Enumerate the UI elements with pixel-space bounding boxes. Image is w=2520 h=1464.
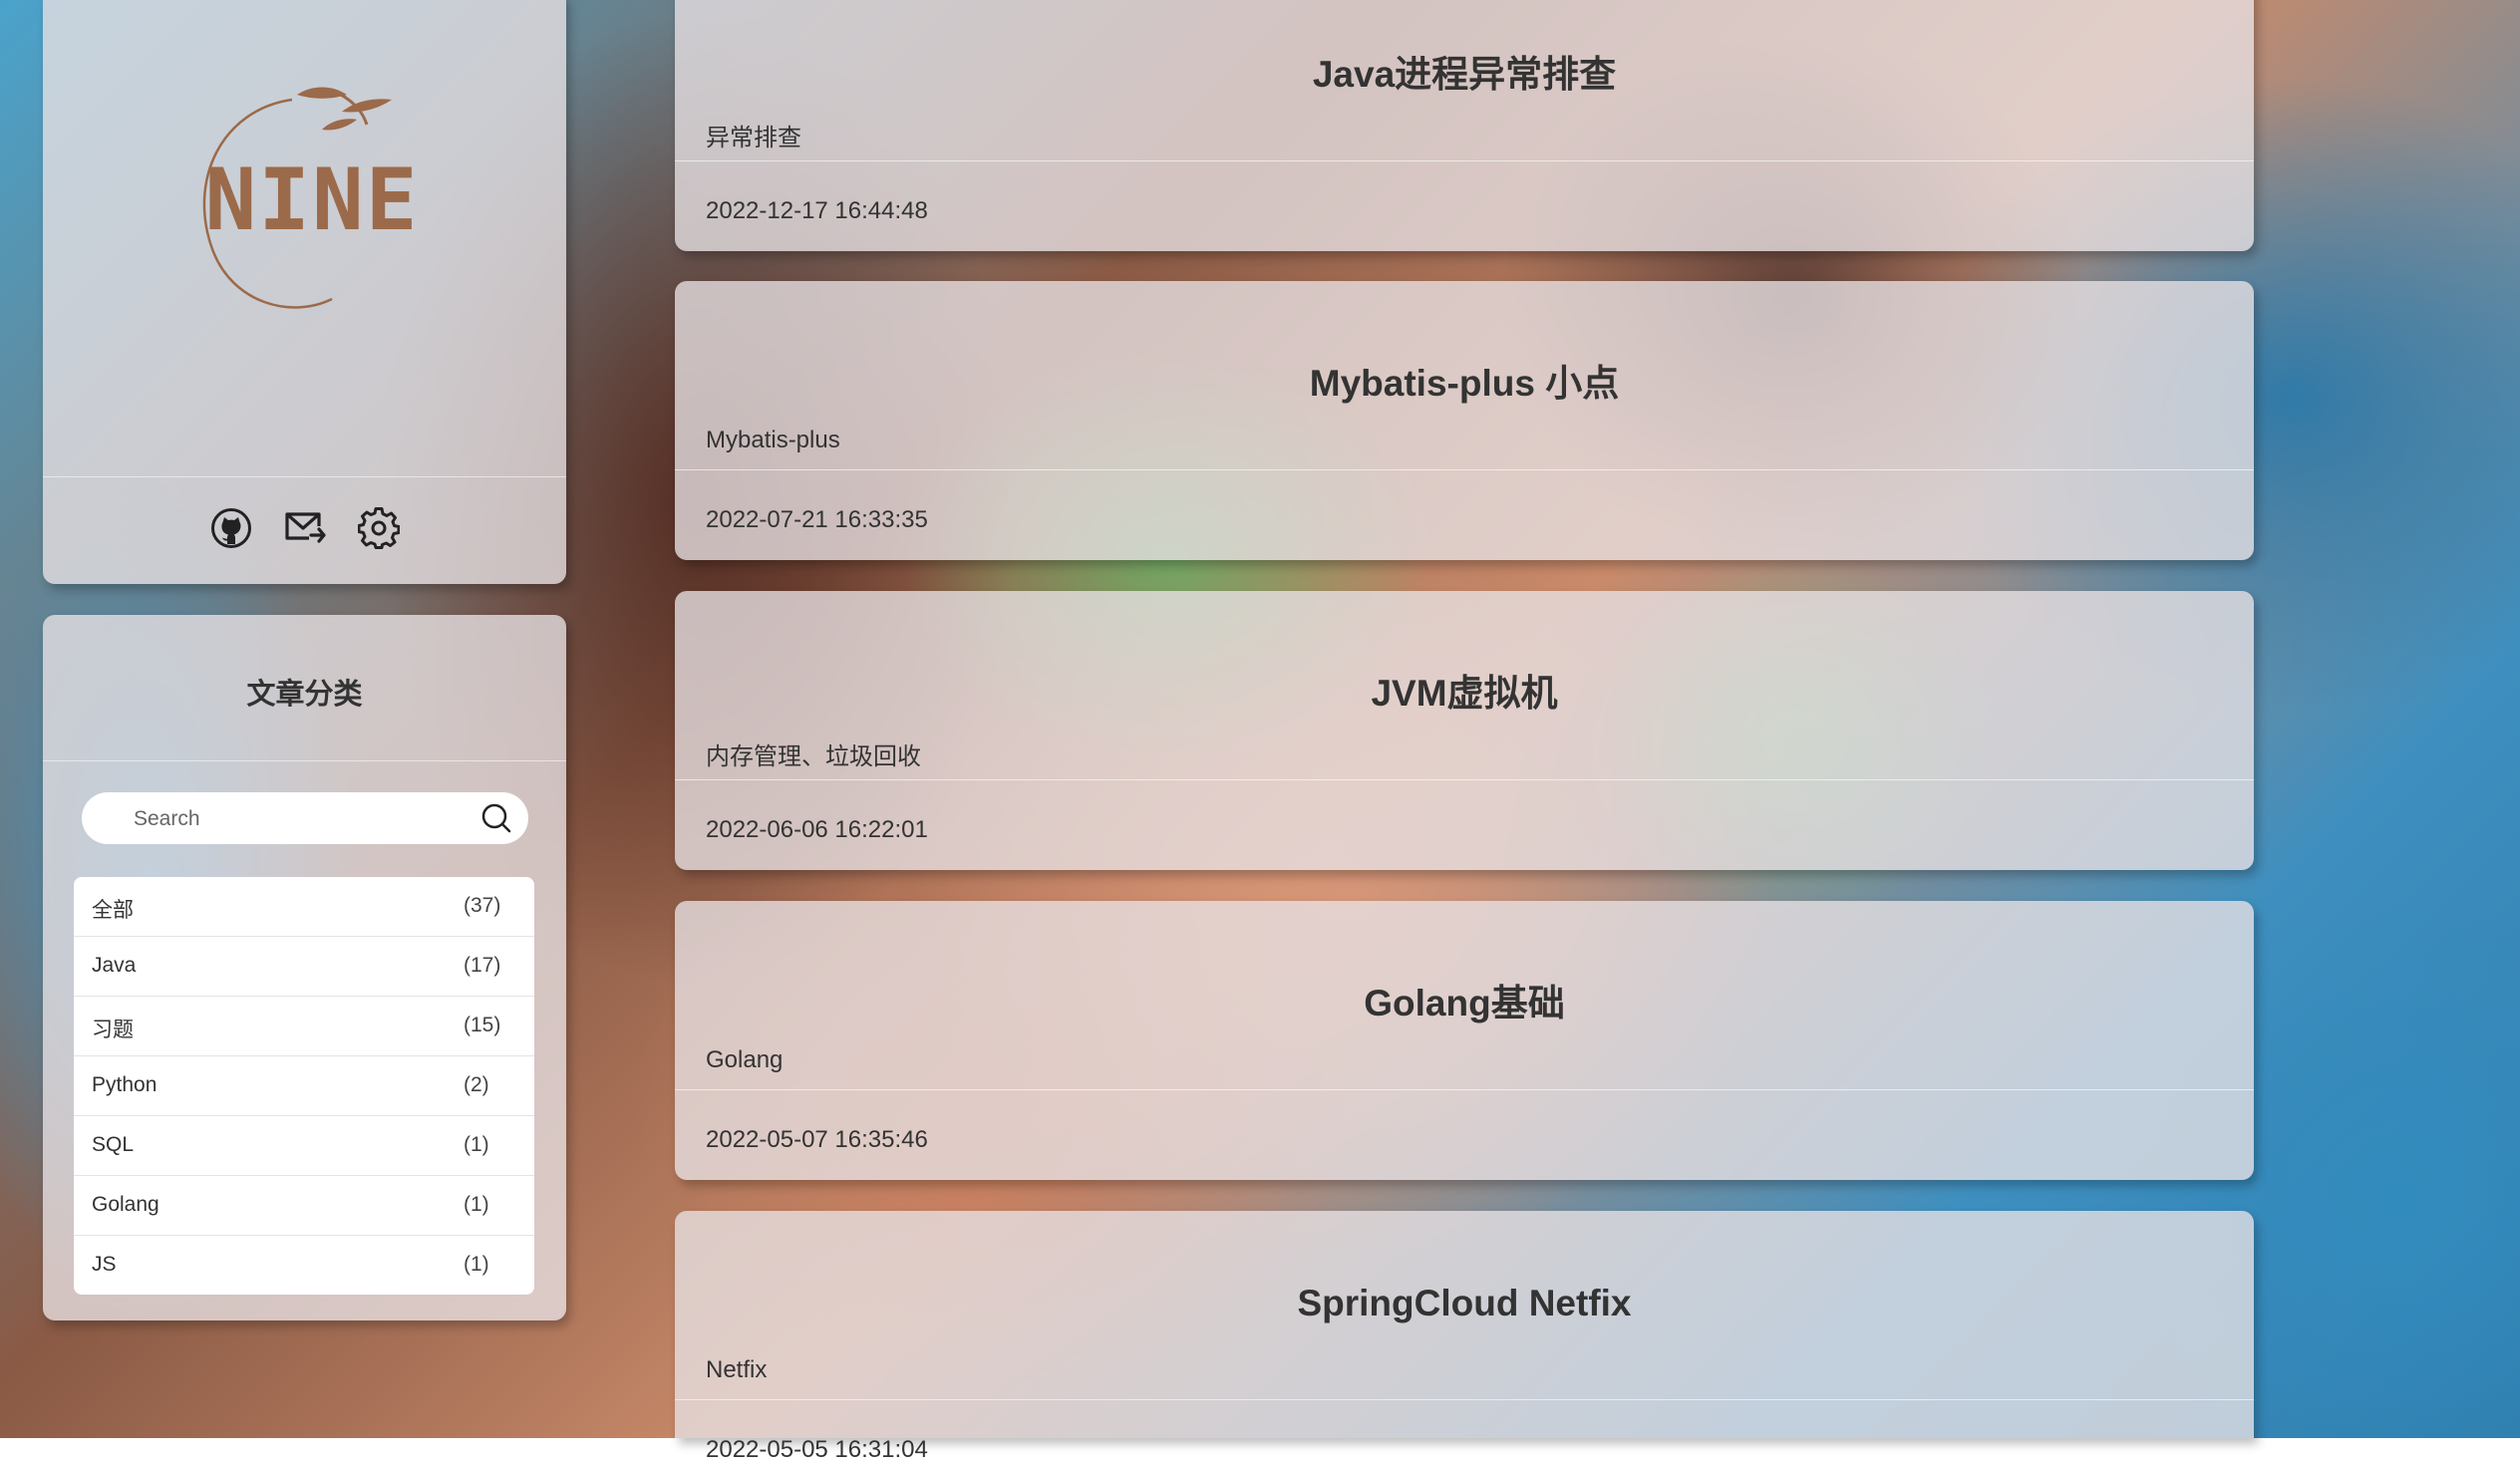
category-count: (37)	[464, 894, 501, 917]
mail-icon	[284, 512, 326, 543]
article-title[interactable]: Golang基础	[675, 973, 2254, 1026]
category-name: 习题	[92, 1019, 134, 1041]
category-count: (15)	[464, 1014, 501, 1036]
article-divider	[675, 1089, 2254, 1090]
category-count: (1)	[464, 1193, 489, 1216]
logo-text: NINE	[204, 150, 419, 250]
gear-icon	[357, 507, 400, 549]
article-description: Golang	[706, 1046, 784, 1073]
article-title[interactable]: Mybatis-plus 小点	[675, 353, 2254, 407]
article-card[interactable]: Java进程异常排查 异常排查 2022-12-17 16:44:48	[675, 0, 2254, 251]
category-item-all[interactable]: 全部 (37)	[74, 877, 534, 937]
category-name: Golang	[92, 1193, 159, 1216]
article-description: Netfix	[706, 1356, 768, 1383]
category-item-golang[interactable]: Golang (1)	[74, 1176, 534, 1236]
category-item-python[interactable]: Python (2)	[74, 1056, 534, 1116]
profile-card: NINE	[43, 0, 566, 584]
category-title: 文章分类	[246, 679, 363, 711]
article-title[interactable]: SpringCloud Netfix	[675, 1283, 2254, 1324]
category-count: (1)	[464, 1133, 489, 1156]
category-item-exercises[interactable]: 习题 (15)	[74, 997, 534, 1056]
category-name: 全部	[92, 899, 134, 922]
search-input[interactable]	[132, 792, 455, 846]
category-count: (2)	[464, 1073, 489, 1096]
category-list: 全部 (37) Java (17) 习题 (15) Python (2) SQL…	[74, 877, 534, 1295]
github-icon	[210, 508, 251, 548]
article-date: 2022-05-05 16:31:04	[706, 1436, 928, 1463]
settings-link[interactable]	[357, 506, 401, 550]
article-description: Mybatis-plus	[706, 427, 840, 453]
category-count: (1)	[464, 1253, 489, 1276]
article-card[interactable]: SpringCloud Netfix Netfix 2022-05-05 16:…	[675, 1211, 2254, 1463]
article-divider	[675, 160, 2254, 161]
article-card[interactable]: Mybatis-plus 小点 Mybatis-plus 2022-07-21 …	[675, 281, 2254, 560]
social-links	[43, 506, 566, 550]
category-item-js[interactable]: JS (1)	[74, 1236, 534, 1295]
article-date: 2022-07-21 16:33:35	[706, 506, 928, 533]
mail-link[interactable]	[283, 506, 327, 550]
search-box	[82, 792, 528, 846]
article-title[interactable]: Java进程异常排查	[675, 44, 2254, 98]
article-divider	[675, 1399, 2254, 1400]
category-count: (17)	[464, 954, 501, 977]
article-card[interactable]: JVM虚拟机 内存管理、垃圾回收 2022-06-06 16:22:01	[675, 591, 2254, 870]
article-description: 内存管理、垃圾回收	[706, 743, 921, 770]
article-description: 异常排查	[706, 125, 801, 151]
article-divider	[675, 779, 2254, 780]
category-item-sql[interactable]: SQL (1)	[74, 1116, 534, 1176]
site-logo[interactable]: NINE	[182, 70, 442, 339]
search-icon[interactable]	[480, 802, 512, 834]
category-name: SQL	[92, 1133, 135, 1156]
article-card[interactable]: Golang基础 Golang 2022-05-07 16:35:46	[675, 901, 2254, 1180]
category-divider	[43, 760, 566, 761]
category-name: JS	[92, 1253, 117, 1276]
article-date: 2022-06-06 16:22:01	[706, 816, 928, 843]
profile-divider	[43, 476, 566, 477]
article-title[interactable]: JVM虚拟机	[675, 663, 2254, 717]
category-name: Java	[92, 954, 137, 977]
category-name: Python	[92, 1073, 158, 1096]
category-card: 文章分类 全部 (37) Java (17) 习题 (15) Python (2…	[43, 615, 566, 1320]
category-item-java[interactable]: Java (17)	[74, 937, 534, 997]
article-date: 2022-12-17 16:44:48	[706, 197, 928, 224]
article-divider	[675, 469, 2254, 470]
article-date: 2022-05-07 16:35:46	[706, 1126, 928, 1153]
github-link[interactable]	[209, 506, 253, 550]
